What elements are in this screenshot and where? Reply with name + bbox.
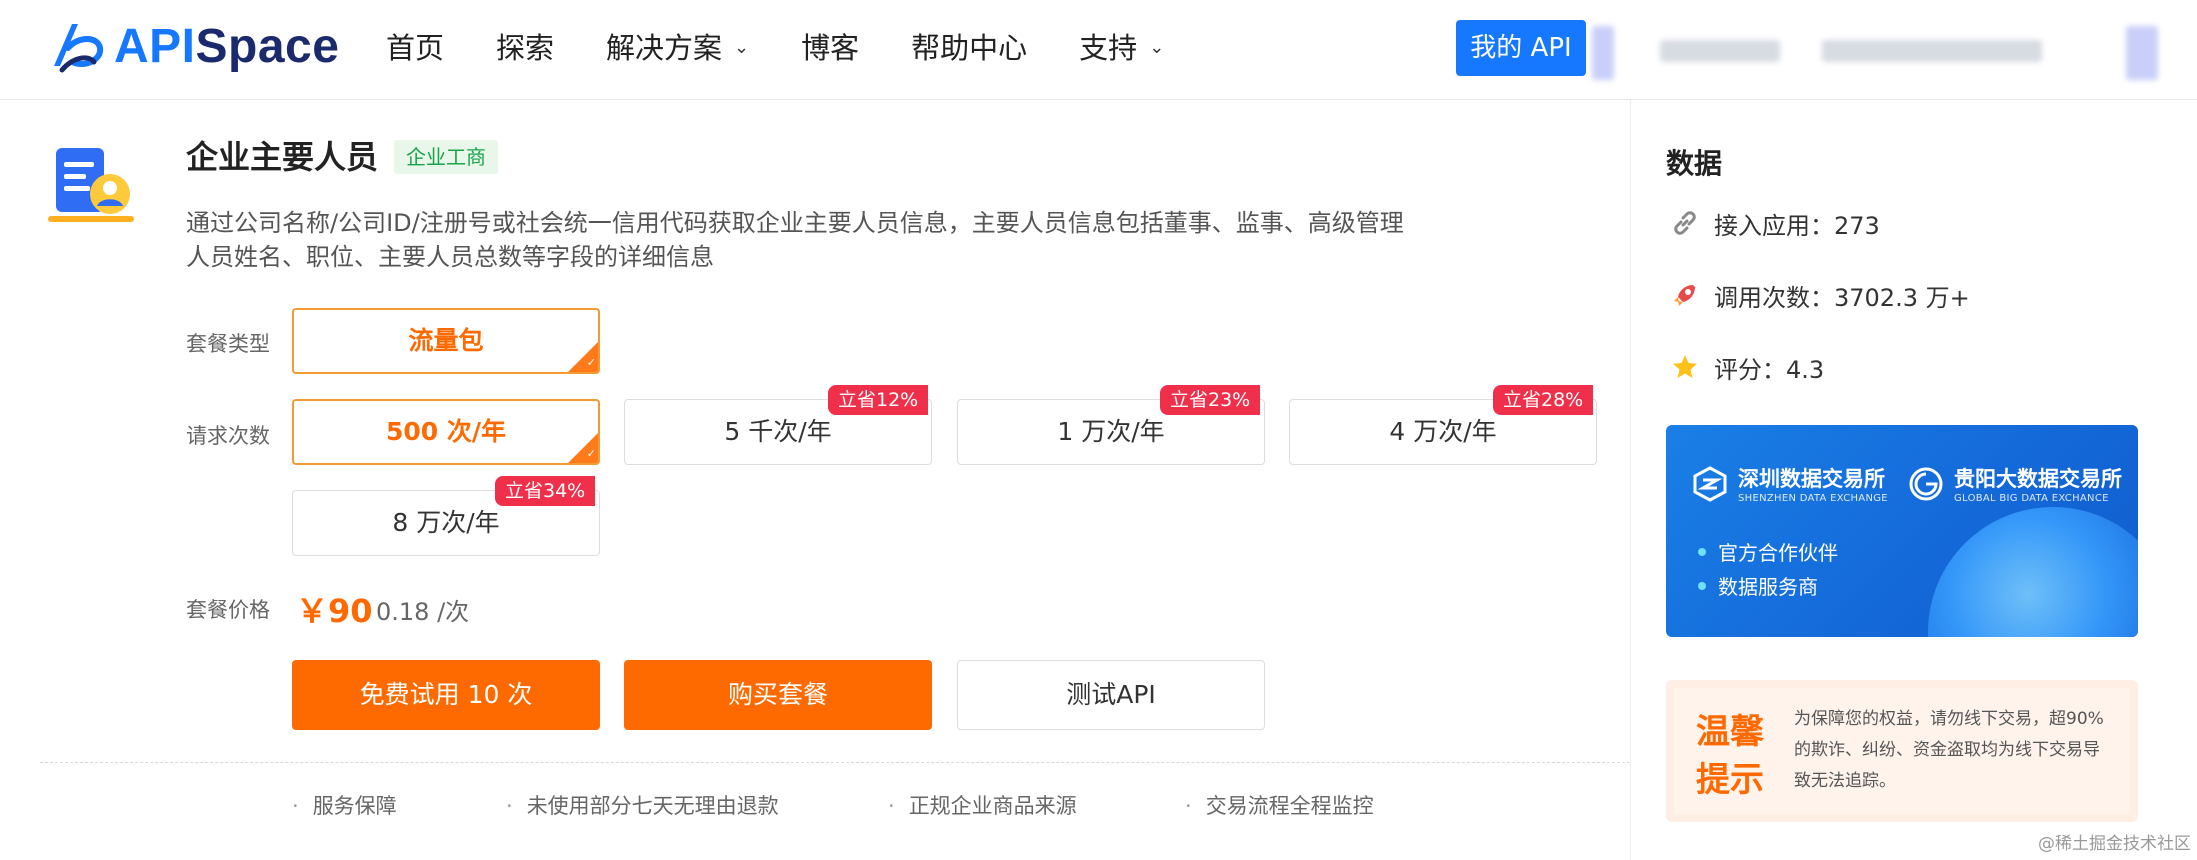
chevron-down-icon: ⌄ <box>1149 37 1165 58</box>
blurred-user-name <box>1660 40 1780 62</box>
stats-title: 数据 <box>1666 147 1723 180</box>
discount-badge: 立省23% <box>1160 385 1261 415</box>
free-trial-button[interactable]: 免费试用 10 次 <box>292 660 600 730</box>
partner-bullet: 官方合作伙伴 <box>1698 537 1838 566</box>
warm-tip-notice: 温馨提示 为保障您的权益，请勿线下交易，超90%的欺诈、纠纷、资金盗取均为线下交… <box>1666 680 2138 822</box>
count-option-label: 8 万次/年 <box>392 508 500 537</box>
partner-bullet-text: 官方合作伙伴 <box>1718 541 1838 565</box>
bullet-dot: · <box>506 794 513 818</box>
count-option-500[interactable]: 500 次/年 ✓ <box>292 399 600 465</box>
nav-explore-label: 探索 <box>496 31 555 65</box>
plan-price-label: 套餐价格 <box>186 598 270 622</box>
guarantee-text: 正规企业商品来源 <box>908 794 1077 818</box>
bullet-dot <box>1698 547 1706 556</box>
guiyang-en: GLOBAL BIG DATA EXCHANCE <box>1954 493 2109 504</box>
panel-divider <box>1630 100 1631 860</box>
check-icon: ✓ <box>586 447 596 460</box>
product-icon <box>46 140 136 230</box>
guiyang-name: 贵阳大数据交易所 <box>1954 467 2122 491</box>
shenzhen-logo-icon <box>1693 465 1727 502</box>
plan-type-label: 套餐类型 <box>186 332 270 356</box>
request-count-label: 请求次数 <box>186 424 270 448</box>
stat-calls: 调用次数：3702.3 万+ <box>1670 278 1970 313</box>
notice-text: 为保障您的权益，请勿线下交易，超90%的欺诈、纠纷、资金盗取均为线下交易导致无法… <box>1794 709 2104 791</box>
stat-rating: 评分：4.3 <box>1670 350 1824 385</box>
nav-solutions-label: 解决方案 <box>606 31 723 65</box>
count-option-label: 1 万次/年 <box>1057 417 1165 446</box>
guarantee-item: · 正规企业商品来源 <box>888 790 1077 820</box>
count-option-label: 5 千次/年 <box>724 417 832 446</box>
blurred-user-avatar[interactable] <box>2126 26 2158 80</box>
stat-calls-text: 调用次数：3702.3 万+ <box>1714 284 1970 312</box>
logo-text-space: Space <box>195 19 340 73</box>
nav-explore[interactable]: 探索 <box>496 24 554 72</box>
link-icon <box>1670 209 1700 239</box>
count-option-label: 500 次/年 <box>385 417 507 446</box>
nav-home[interactable]: 首页 <box>386 24 444 72</box>
discount-badge: 立省12% <box>828 385 929 415</box>
guiyang-logo-icon <box>1909 467 1943 500</box>
top-header: APISpace 首页 探索 解决方案 ⌄ 博客 帮助中心 支持 ⌄ 我的 API <box>0 0 2197 100</box>
plan-price: ￥90 <box>296 592 373 630</box>
divider <box>40 762 1630 763</box>
stat-apps-text: 接入应用：273 <box>1714 212 1880 240</box>
stat-apps: 接入应用：273 <box>1670 206 1880 241</box>
shenzhen-en: SHENZHEN DATA EXCHANGE <box>1738 493 1888 504</box>
category-tag[interactable]: 企业工商 <box>394 140 498 174</box>
shenzhen-exchange-logo: 深圳数据交易所 SHENZHEN DATA EXCHANGE <box>1692 463 1888 504</box>
partner-banner[interactable]: 深圳数据交易所 SHENZHEN DATA EXCHANGE 贵阳大数据交易所 … <box>1666 425 2138 637</box>
guarantee-item: · 服务保障 <box>292 790 397 820</box>
notice-title: 温馨提示 <box>1696 712 1764 800</box>
globe-graphic <box>1928 507 2138 637</box>
nav-help-center-label: 帮助中心 <box>911 31 1028 65</box>
logo-text-api: API <box>114 19 196 73</box>
guarantee-text: 未使用部分七天无理由退款 <box>526 794 779 818</box>
count-option-label: 4 万次/年 <box>1389 417 1497 446</box>
blurred-user-info <box>1822 40 2042 62</box>
nav-blog-label: 博客 <box>801 31 860 65</box>
main-nav: 首页 探索 解决方案 ⌄ 博客 帮助中心 支持 ⌄ <box>386 24 1216 72</box>
buy-plan-button[interactable]: 购买套餐 <box>624 660 932 730</box>
plan-type-option-traffic[interactable]: 流量包 ✓ <box>292 308 600 374</box>
nav-solutions[interactable]: 解决方案 ⌄ <box>606 24 749 72</box>
my-api-button[interactable]: 我的 API <box>1456 20 1586 76</box>
guarantee-text: 服务保障 <box>312 794 397 818</box>
logo-text: APISpace <box>114 19 339 74</box>
star-icon <box>1670 353 1700 383</box>
nav-help-center[interactable]: 帮助中心 <box>911 24 1027 72</box>
nav-support[interactable]: 支持 ⌄ <box>1079 24 1164 72</box>
bullet-dot: · <box>1185 794 1192 818</box>
apispace-logo[interactable]: APISpace <box>48 16 339 76</box>
unit-price: 0.18 /次 <box>376 598 470 626</box>
rocket-icon <box>1670 281 1700 311</box>
bullet-dot <box>1698 581 1706 590</box>
product-title: 企业主要人员 <box>186 138 379 176</box>
plan-type-option-label: 流量包 <box>408 326 484 355</box>
bullet-dot: · <box>888 794 895 818</box>
guarantee-text: 交易流程全程监控 <box>1205 794 1374 818</box>
nav-support-label: 支持 <box>1079 31 1138 65</box>
chevron-down-icon: ⌄ <box>734 37 750 58</box>
nav-blog[interactable]: 博客 <box>801 24 859 72</box>
guarantee-item: · 交易流程全程监控 <box>1185 790 1374 820</box>
guarantee-item: · 未使用部分七天无理由退款 <box>506 790 779 820</box>
partner-bullet-text: 数据服务商 <box>1718 575 1818 599</box>
nav-home-label: 首页 <box>386 31 445 65</box>
discount-badge: 立省28% <box>1493 385 1594 415</box>
guiyang-exchange-logo: 贵阳大数据交易所 GLOBAL BIG DATA EXCHANCE <box>1908 463 2122 504</box>
stat-rating-text: 评分：4.3 <box>1714 356 1825 384</box>
partner-bullet: 数据服务商 <box>1698 571 1818 600</box>
blurred-user-area[interactable] <box>1592 26 1614 80</box>
discount-badge: 立省34% <box>495 476 596 506</box>
watermark: @稀土掘金技术社区 <box>2038 834 2191 854</box>
bullet-dot: · <box>292 794 299 818</box>
apispace-logo-icon <box>54 24 104 73</box>
shenzhen-name: 深圳数据交易所 <box>1738 467 1885 491</box>
test-api-button[interactable]: 测试API <box>957 660 1265 730</box>
product-description: 通过公司名称/公司ID/注册号或社会统一信用代码获取企业主要人员信息，主要人员信… <box>186 209 1404 271</box>
check-icon: ✓ <box>586 356 596 369</box>
